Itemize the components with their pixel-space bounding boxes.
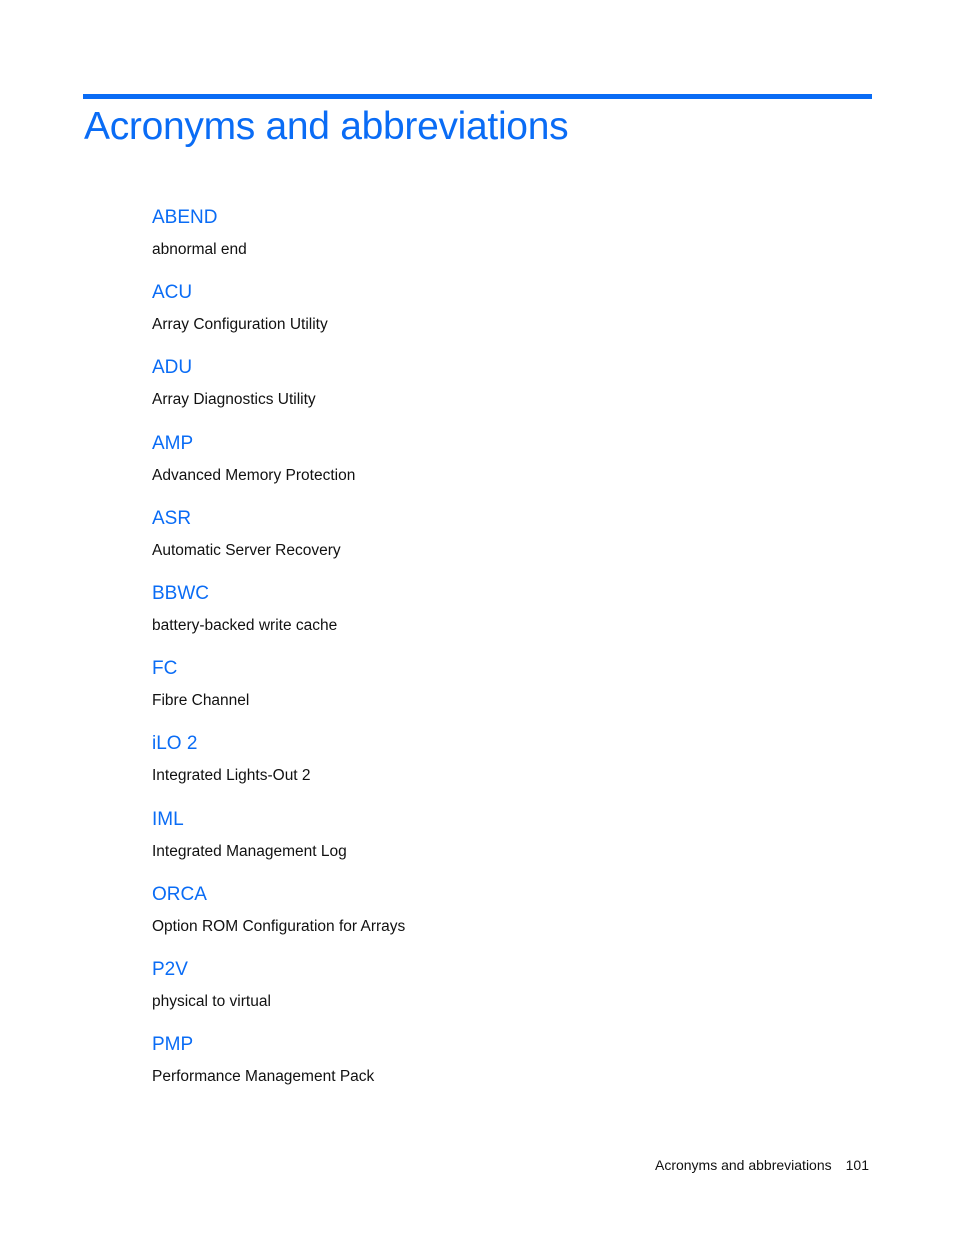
acronym-entry: P2V physical to virtual bbox=[152, 957, 752, 1032]
acronym-entry: PMP Performance Management Pack bbox=[152, 1032, 752, 1107]
acronym-term[interactable]: iLO 2 bbox=[152, 731, 752, 759]
acronym-entry: ASR Automatic Server Recovery bbox=[152, 506, 752, 581]
acronym-entry: FC Fibre Channel bbox=[152, 656, 752, 731]
acronym-definition: abnormal end bbox=[152, 241, 247, 258]
page-title: Acronyms and abbreviations bbox=[84, 105, 569, 148]
title-rule bbox=[83, 94, 872, 99]
acronym-definition: Performance Management Pack bbox=[152, 1068, 375, 1086]
acronym-entry: ABEND abnormal end bbox=[152, 205, 752, 280]
acronym-definition: Advanced Memory Protection bbox=[152, 466, 356, 484]
footer-section-title: Acronyms and abbreviations bbox=[654, 1157, 832, 1173]
acronym-entry: ACU Array Configuration Utility bbox=[152, 280, 752, 355]
acronym-term[interactable]: P2V bbox=[152, 957, 752, 985]
acronym-definition: Integrated Lights-Out 2 bbox=[152, 767, 311, 785]
page-number: 101 bbox=[845, 1157, 869, 1173]
acronym-definition: physical to virtual bbox=[152, 992, 271, 1010]
acronym-definition: Option ROM Configuration for Arrays bbox=[152, 917, 406, 935]
acronym-entry: BBWC battery-backed write cache bbox=[152, 581, 752, 656]
acronym-term[interactable]: ASR bbox=[152, 506, 752, 534]
acronym-definition: Array Configuration Utility bbox=[152, 316, 328, 334]
acronym-entry: ORCA Option ROM Configuration for Arrays bbox=[152, 882, 752, 957]
acronym-term[interactable]: IML bbox=[152, 807, 752, 835]
acronym-list: ABEND abnormal end ACU Array Configurati… bbox=[152, 205, 752, 1107]
acronym-definition: Integrated Management Log bbox=[152, 842, 347, 860]
acronym-term[interactable]: AMP bbox=[152, 431, 752, 459]
acronym-term[interactable]: ABEND bbox=[152, 205, 752, 233]
acronym-term[interactable]: BBWC bbox=[152, 581, 752, 609]
acronym-term[interactable]: PMP bbox=[152, 1032, 752, 1060]
acronym-term[interactable]: ADU bbox=[152, 355, 752, 383]
page-footer: Acronyms and abbreviations 101 bbox=[655, 1157, 869, 1173]
acronym-definition: Array Diagnostics Utility bbox=[152, 391, 316, 409]
acronym-term[interactable]: ORCA bbox=[152, 882, 752, 910]
acronym-entry: iLO 2 Integrated Lights-Out 2 bbox=[152, 731, 752, 806]
acronym-definition: battery-backed write cache bbox=[152, 616, 338, 634]
acronym-entry: IML Integrated Management Log bbox=[152, 807, 752, 882]
acronym-entry: ADU Array Diagnostics Utility bbox=[152, 355, 752, 430]
acronym-term[interactable]: ACU bbox=[152, 280, 752, 308]
acronym-definition: Fibre Channel bbox=[152, 692, 250, 710]
acronym-term[interactable]: FC bbox=[152, 656, 752, 684]
acronym-entry: AMP Advanced Memory Protection bbox=[152, 431, 752, 506]
acronym-definition: Automatic Server Recovery bbox=[152, 541, 341, 559]
